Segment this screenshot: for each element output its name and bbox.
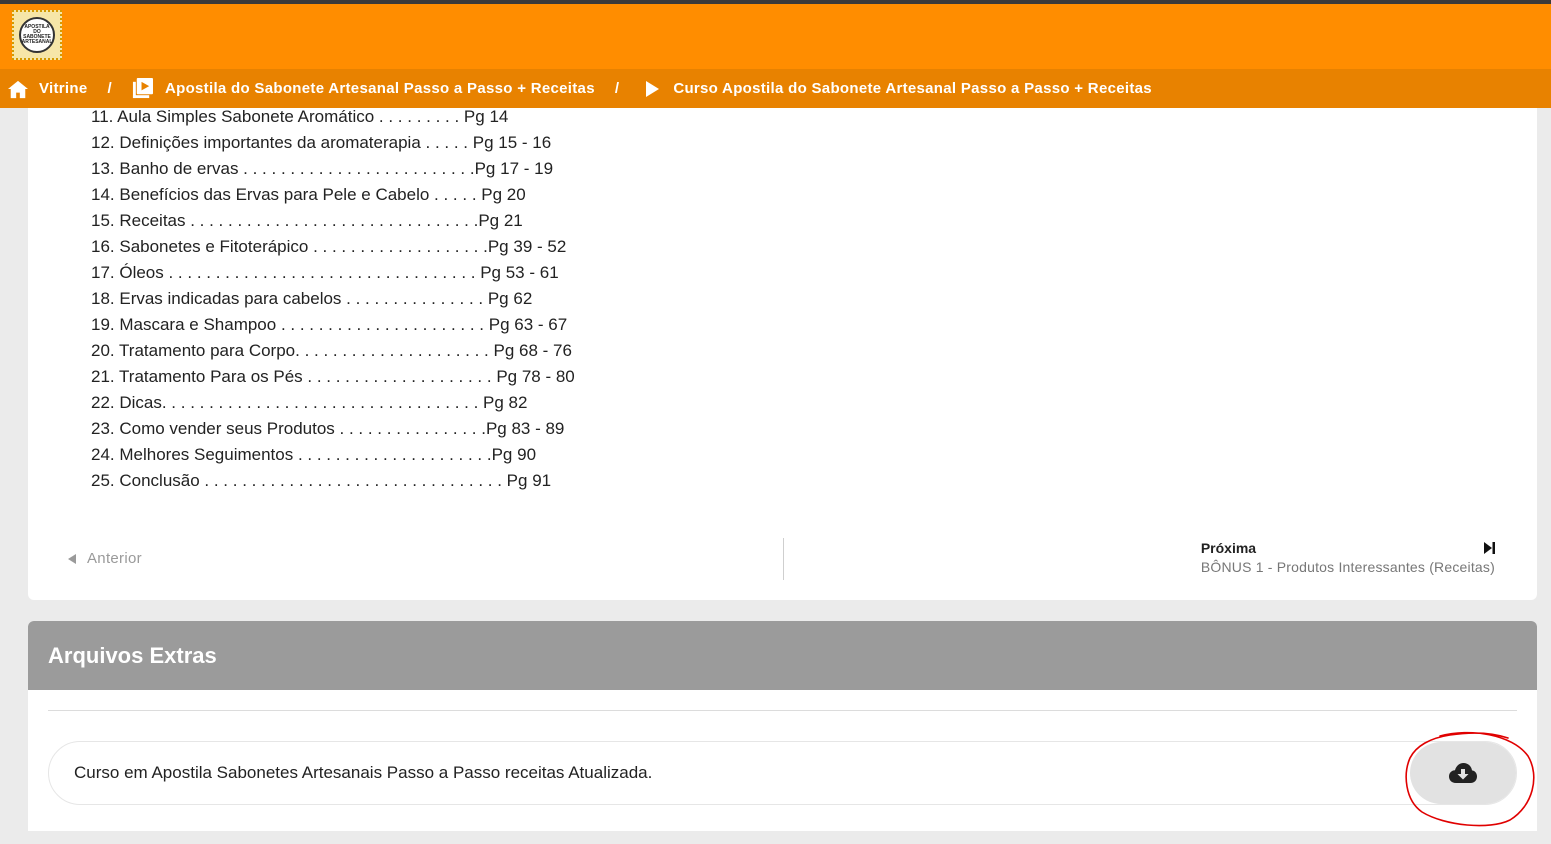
table-of-contents: 11. Aula Simples Sabonete Aromático . . … bbox=[91, 104, 575, 494]
toc-item: 15. Receitas . . . . . . . . . . . . . .… bbox=[91, 211, 523, 230]
toc-item: 21. Tratamento Para os Pés . . . . . . .… bbox=[91, 367, 575, 386]
breadcrumb-course-label: Curso Apostila do Sabonete Artesanal Pas… bbox=[673, 80, 1152, 97]
breadcrumb-separator: / bbox=[107, 80, 112, 97]
home-icon bbox=[7, 79, 29, 99]
toc-item: 12. Definições importantes da aromaterap… bbox=[91, 133, 552, 152]
previous-label: Anterior bbox=[87, 550, 142, 567]
video-library-icon bbox=[132, 78, 153, 99]
lesson-content-card: 11. Aula Simples Sabonete Aromático . . … bbox=[28, 100, 1537, 600]
extra-file-item: Curso em Apostila Sabonetes Artesanais P… bbox=[48, 741, 1517, 805]
app-header: APOSTILA DO SABONETE ARTESANAL bbox=[0, 4, 1551, 69]
next-lesson-title: BÔNUS 1 - Produtos Interessantes (Receit… bbox=[1200, 559, 1495, 575]
toc-item: 24. Melhores Seguimentos . . . . . . . .… bbox=[91, 445, 537, 464]
play-icon bbox=[645, 80, 660, 97]
breadcrumb-home-label: Vitrine bbox=[39, 80, 88, 97]
previous-lesson-button[interactable]: Anterior bbox=[68, 550, 142, 567]
cloud-download-icon bbox=[1448, 762, 1478, 784]
extra-files-title: Arquivos Extras bbox=[48, 642, 217, 668]
toc-item: 20. Tratamento para Corpo. . . . . . . .… bbox=[91, 341, 572, 360]
toc-item: 13. Banho de ervas . . . . . . . . . . .… bbox=[91, 159, 554, 178]
toc-item: 25. Conclusão . . . . . . . . . . . . . … bbox=[91, 471, 552, 490]
toc-item: 16. Sabonetes e Fitoterápico . . . . . .… bbox=[91, 237, 567, 256]
download-button[interactable] bbox=[1410, 742, 1516, 804]
toc-item: 14. Benefícios das Ervas para Pele e Cab… bbox=[91, 185, 526, 204]
toc-item: 19. Mascara e Shampoo . . . . . . . . . … bbox=[91, 315, 568, 334]
caret-left-icon bbox=[68, 553, 76, 564]
breadcrumb-product-label: Apostila do Sabonete Artesanal Passo a P… bbox=[164, 80, 595, 97]
breadcrumb-course[interactable]: Curso Apostila do Sabonete Artesanal Pas… bbox=[639, 80, 1152, 97]
toc-item: 22. Dicas. . . . . . . . . . . . . . . .… bbox=[91, 393, 528, 412]
extra-files-header: Arquivos Extras bbox=[28, 621, 1537, 690]
next-lesson-button[interactable]: Próxima BÔNUS 1 - Produtos Interessantes… bbox=[1201, 540, 1495, 575]
store-logo[interactable]: APOSTILA DO SABONETE ARTESANAL bbox=[12, 10, 62, 60]
nav-divider bbox=[783, 538, 784, 580]
logo-badge: APOSTILA DO SABONETE ARTESANAL bbox=[19, 17, 55, 53]
skip-next-icon bbox=[1484, 542, 1495, 554]
breadcrumb-separator: / bbox=[614, 80, 620, 97]
extra-files-panel: Arquivos Extras Curso em Apostila Sabone… bbox=[28, 621, 1537, 831]
breadcrumb-product[interactable]: Apostila do Sabonete Artesanal Passo a P… bbox=[132, 78, 595, 99]
extra-file-name: Curso em Apostila Sabonetes Artesanais P… bbox=[74, 763, 653, 782]
logo-line-3: ARTESANAL bbox=[21, 39, 53, 45]
breadcrumb-home[interactable]: Vitrine bbox=[7, 79, 88, 99]
toc-item: 18. Ervas indicadas para cabelos . . . .… bbox=[91, 289, 533, 308]
breadcrumb: Vitrine / Apostila do Sabonete Artesanal… bbox=[0, 69, 1551, 108]
toc-item: 23. Como vender seus Produtos . . . . . … bbox=[91, 419, 565, 438]
divider bbox=[48, 710, 1517, 711]
toc-item: 17. Óleos . . . . . . . . . . . . . . . … bbox=[91, 263, 559, 282]
next-label: Próxima bbox=[1200, 540, 1257, 556]
